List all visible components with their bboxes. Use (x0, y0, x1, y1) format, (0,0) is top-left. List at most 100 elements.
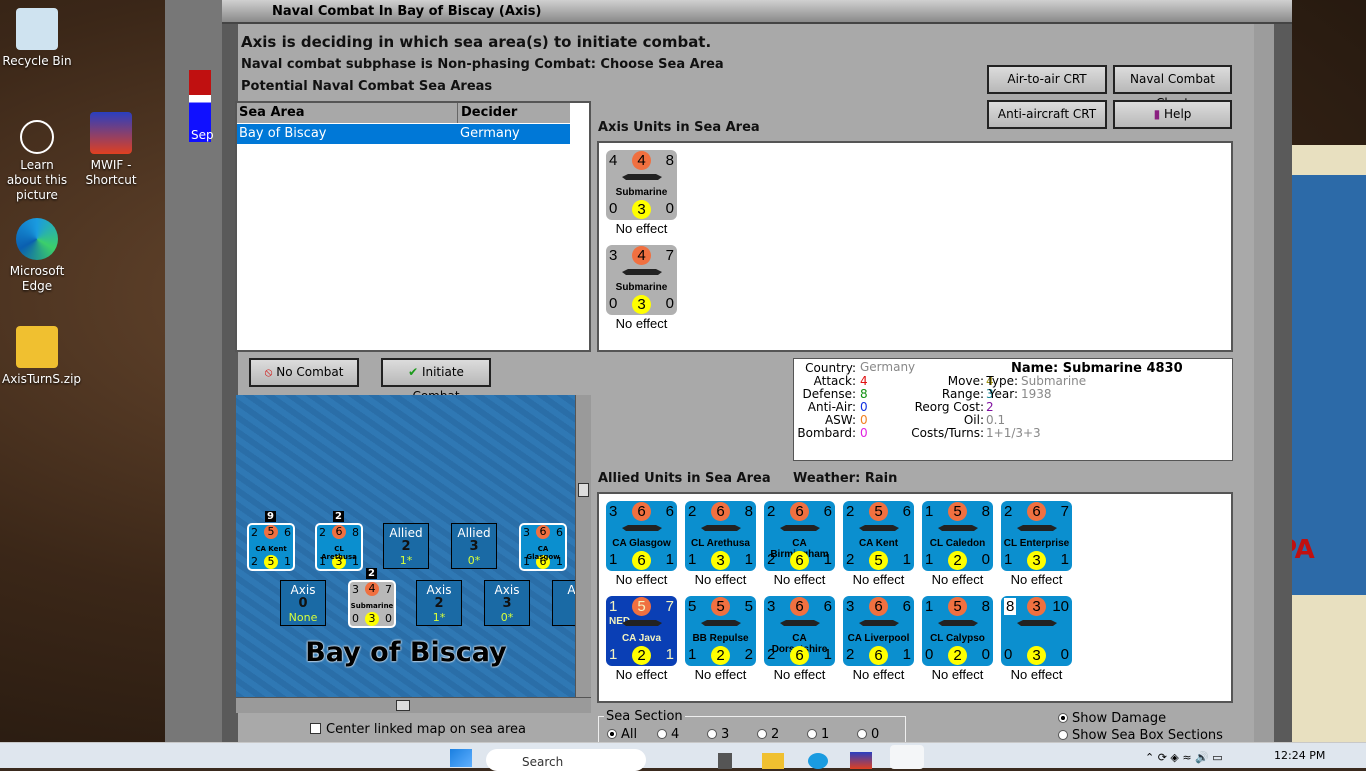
bottom-right-value: 2 (744, 646, 753, 663)
unit-name: Submarine (350, 602, 394, 610)
radio-button[interactable] (807, 729, 817, 739)
start-icon[interactable] (450, 749, 472, 767)
unit-counter[interactable]: 1 5 8 CL Calypso 0 2 0 (922, 596, 993, 666)
col-sea-area[interactable]: Sea Area (239, 105, 305, 120)
combat-effect: No effect (615, 667, 668, 682)
sea-box-section[interactable]: Ax (552, 580, 576, 626)
sea-box-section[interactable]: Axis 0 None (280, 580, 326, 626)
map-unit-counter[interactable]: 3 7 0 0 4 3 Submarine (348, 580, 396, 628)
initiate-combat-button[interactable]: ✔ Initiate Combat (381, 358, 491, 403)
mwif-taskbar-icon[interactable] (850, 752, 872, 769)
type-value: Submarine (1021, 374, 1087, 388)
unit-name: CA Kent (858, 538, 899, 549)
desktop-icon-mwif[interactable]: MWIF - Shortcut (76, 112, 146, 188)
radio-button[interactable] (607, 729, 617, 739)
center-map-checkbox[interactable]: Center linked map on sea area (310, 722, 526, 737)
file-explorer-icon[interactable] (762, 753, 784, 769)
oil-label: Oil: (963, 413, 984, 427)
unit-counter[interactable]: 1 5 7 NED CA Java 1 2 1 (606, 596, 677, 666)
counter-bottom: 030 (606, 200, 677, 220)
col-decider[interactable]: Decider (457, 103, 517, 123)
attack-circle: 3 (1027, 597, 1046, 616)
counter-top: 157 (606, 596, 677, 618)
air-to-air-crt-button[interactable]: Air-to-air CRT (987, 65, 1107, 94)
unit-counter[interactable]: 3 4 7 Submarine 0 3 0 (606, 245, 677, 315)
defense-circle: 5 (869, 551, 888, 570)
map-vertical-scrollbar[interactable] (575, 395, 591, 698)
allied-units-title: Allied Units in Sea Area (598, 471, 771, 486)
top-left-value: 5 (688, 598, 697, 615)
scroll-thumb[interactable] (578, 483, 589, 497)
sea-area-map[interactable]: Bay of Biscay 2 6 2 1 5 5 CA Kent 9 2 8 1 1 6 3 CL Are… (236, 395, 576, 698)
box-value: 1* (399, 554, 413, 567)
unit-counter[interactable]: 2 5 6 CA Kent 2 5 1 (843, 501, 914, 571)
bottom-left-value: 2 (767, 646, 776, 663)
sea-section-radio[interactable]: 4 (657, 727, 707, 742)
top-right-value: 8 (665, 152, 674, 169)
tray-icons[interactable]: ⌃ ⟳ ◈ ≈ 🔊 ▭ (1145, 751, 1223, 764)
radio-button[interactable] (657, 729, 667, 739)
unit-counter[interactable]: 4 4 8 Submarine 0 3 0 (606, 150, 677, 220)
top-left-value: 2 (846, 503, 855, 520)
map-horizontal-scrollbar[interactable] (236, 697, 591, 713)
desktop-icon-edge[interactable]: Microsoft Edge (2, 218, 72, 294)
sea-section-radio[interactable]: All (607, 727, 657, 742)
snipping-tool-icon[interactable] (890, 745, 924, 769)
unit-counter[interactable]: 3 6 6 CA Liverpool 2 6 1 (843, 596, 914, 666)
bottom-left-value: 2 (846, 551, 855, 568)
checkbox-box[interactable] (310, 723, 321, 734)
unit-counter[interactable]: 2 6 8 CL Arethusa 1 3 1 (685, 501, 756, 571)
unit-counter[interactable]: 1 5 8 CL Caledon 1 2 0 (922, 501, 993, 571)
no-combat-button[interactable]: ⦸ No Combat (249, 358, 359, 387)
radio-button[interactable] (707, 729, 717, 739)
sea-box-section[interactable]: Axis 3 0* (484, 580, 530, 626)
bottom-left-value: 1 (688, 551, 697, 568)
task-view-icon[interactable] (718, 753, 732, 769)
edge-taskbar-icon[interactable] (808, 753, 828, 769)
desktop-icon-learn-picture[interactable]: Learn about this picture (2, 120, 72, 203)
map-unit-counter[interactable]: 3 6 1 1 6 6 CA Glasgow (519, 523, 567, 571)
unit-counter[interactable]: 2 6 7 CL Enterprise 1 3 1 (1001, 501, 1072, 571)
sea-box-section[interactable]: Allied 2 1* (383, 523, 429, 569)
stack-count: 2 (366, 568, 377, 579)
map-unit-counter[interactable]: 2 6 2 1 5 5 CA Kent (247, 523, 295, 571)
background-window[interactable]: Sep (165, 0, 227, 742)
sea-section-radio[interactable]: 3 (707, 727, 757, 742)
unit-counter[interactable]: 366CA Dorsetshire261 (764, 596, 835, 666)
box-side: Axis (494, 583, 520, 597)
naval-combat-chart-button[interactable]: Naval Combat Chart (1113, 65, 1232, 110)
radio-button[interactable] (757, 729, 767, 739)
cell-decider: Germany (460, 126, 520, 141)
radio-button[interactable] (857, 729, 867, 739)
map-unit-counter[interactable]: 2 8 1 1 6 3 CL Arethusa (315, 523, 363, 571)
counter-bottom: 122 (685, 646, 756, 666)
sea-section-radio[interactable]: 0 (857, 727, 907, 742)
table-row[interactable]: Bay of Biscay Germany (237, 124, 570, 144)
sea-section-radio[interactable]: 2 (757, 727, 807, 742)
title-bar[interactable]: Naval Combat In Bay of Biscay (Axis) (222, 0, 1292, 24)
help-button[interactable]: ▮ Help (1113, 100, 1232, 129)
scroll-thumb[interactable] (396, 700, 410, 711)
anti-aircraft-crt-button[interactable]: Anti-aircraft CRT (987, 100, 1107, 129)
sea-box-section[interactable]: Allied 3 0* (451, 523, 497, 569)
unit-counter[interactable]: 8 3 10 0 3 0 (1001, 596, 1072, 666)
clock[interactable]: 12:24 PM (1274, 749, 1325, 762)
show-sea-box-label: Show Sea Box Sections (1072, 728, 1223, 743)
sea-box-section[interactable]: Axis 2 1* (416, 580, 462, 626)
top-right-value: 7 (665, 247, 674, 264)
stack-count: 2 (333, 511, 344, 522)
ship-silhouette-icon (938, 620, 978, 626)
unit-counter[interactable]: 3 6 6 CA Glasgow 1 6 1 (606, 501, 677, 571)
show-damage-radio[interactable]: Show Damage (1058, 711, 1166, 726)
bottom-left-value: 0 (609, 295, 618, 312)
desktop-icon-recycle-bin[interactable]: Recycle Bin (2, 8, 72, 69)
unit-counter[interactable]: 266CA Birmingham261 (764, 501, 835, 571)
axis-units-title: Axis Units in Sea Area (598, 120, 760, 135)
type-label: Type: (986, 374, 1018, 388)
desktop-icon-zip[interactable]: AxisTurnS.zip (2, 326, 81, 387)
show-sea-box-radio[interactable]: Show Sea Box Sections (1058, 728, 1223, 743)
sea-section-radio[interactable]: 1 (807, 727, 857, 742)
country-value: Germany (860, 360, 916, 374)
unit-counter[interactable]: 5 5 5 BB Repulse 1 2 2 (685, 596, 756, 666)
unit-name: CA Glasgow (526, 545, 560, 561)
